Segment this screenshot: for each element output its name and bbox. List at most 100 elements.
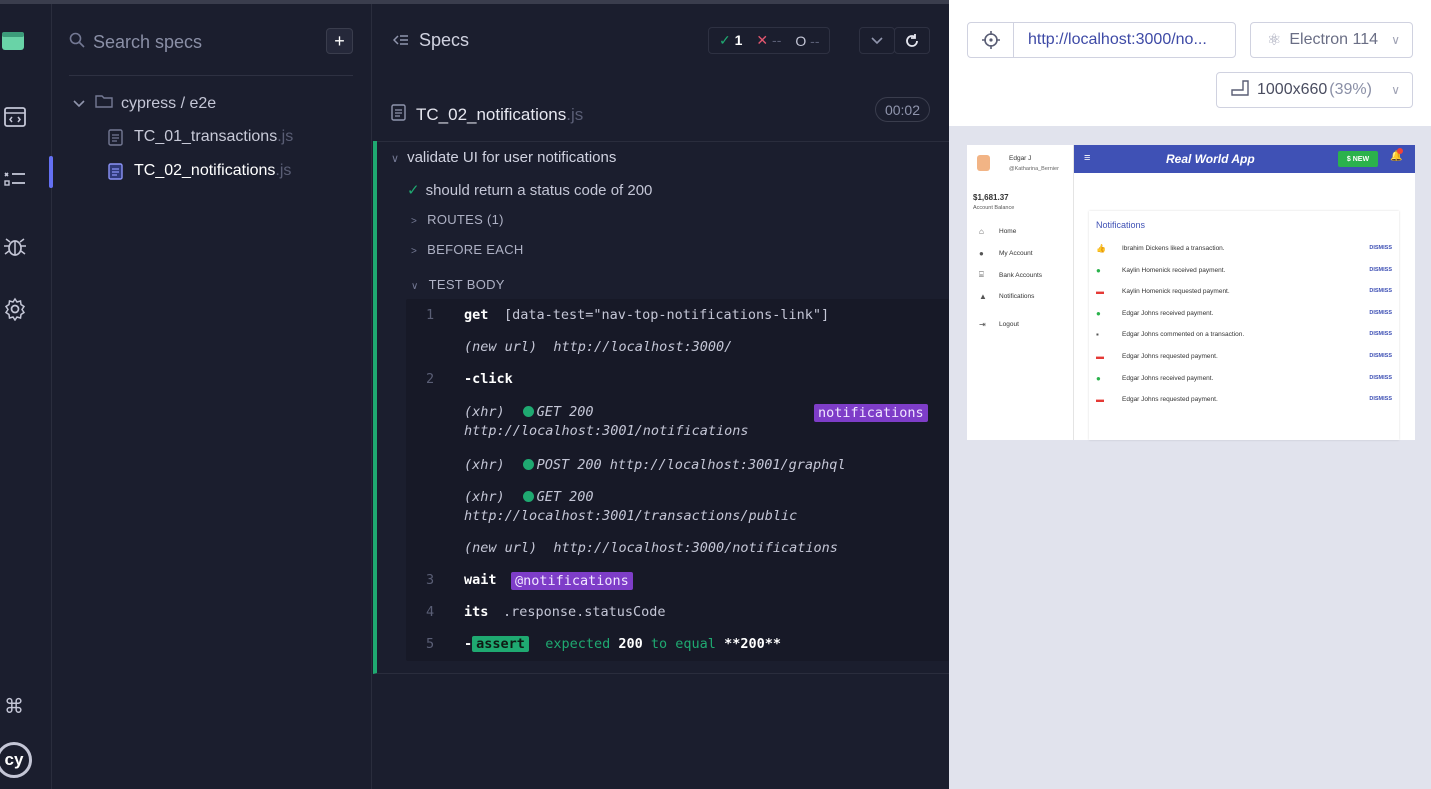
sidebar-nav: ⌘ cy bbox=[0, 4, 53, 789]
app-logo: Real World App bbox=[1166, 152, 1255, 166]
collapse-left-icon bbox=[392, 33, 409, 49]
spec-title: TC_02_notifications .js bbox=[391, 104, 583, 126]
reporter-header: Specs ✓ 1 ✕ -- Ο -- bbox=[373, 4, 949, 74]
command-row[interactable]: (new url) http://localhost:3000/ bbox=[464, 339, 732, 355]
hook-before-each[interactable]: > BEFORE EACH bbox=[411, 242, 524, 257]
browser-preview: http://localhost:3000/no... ⚛ Electron 1… bbox=[949, 0, 1431, 789]
spec-file-item-active[interactable]: TC_02_notifications .js bbox=[108, 162, 291, 180]
notification-item: ▪ Edgar Johns commented on a transaction.… bbox=[1096, 329, 1392, 339]
app-nav-logout[interactable]: ⇥ Logout bbox=[979, 320, 1019, 329]
payment-received-icon: ● bbox=[1096, 265, 1101, 275]
app-nav-notifications[interactable]: ▲ Notifications bbox=[979, 292, 1034, 301]
new-transaction-button[interactable]: $ NEW bbox=[1338, 151, 1378, 167]
payment-request-icon: ▬ bbox=[1096, 351, 1104, 361]
url-text: http://localhost:3000/no... bbox=[1028, 31, 1207, 48]
notifications-bell-icon[interactable]: 🔔 bbox=[1390, 148, 1403, 162]
command-row[interactable]: (new url) http://localhost:3000/notifica… bbox=[464, 540, 838, 556]
menu-icon[interactable]: ≡ bbox=[1084, 152, 1090, 164]
chevron-down-icon: ∨ bbox=[411, 281, 419, 292]
dismiss-button[interactable]: DISMISS bbox=[1369, 375, 1392, 381]
notification-item: ▬ Edgar Johns requested payment. DISMISS bbox=[1096, 394, 1392, 404]
test-title[interactable]: ✓ should return a status code of 200 bbox=[407, 181, 652, 199]
dismiss-button[interactable]: DISMISS bbox=[1369, 310, 1392, 316]
expand-all-button[interactable] bbox=[859, 27, 895, 54]
folder-icon bbox=[95, 94, 121, 113]
command-row[interactable]: 2 -click bbox=[406, 371, 949, 393]
new-spec-button[interactable]: + bbox=[326, 28, 353, 54]
payment-received-icon: ● bbox=[1096, 308, 1101, 318]
spec-file-item[interactable]: TC_01_transactions .js bbox=[108, 128, 293, 146]
cypress-logo-icon[interactable]: cy bbox=[0, 742, 32, 778]
search-icon bbox=[69, 32, 93, 52]
user-name: Edgar J bbox=[1009, 155, 1032, 162]
specs-list-panel: + cypress / e2e TC_01_transactions.js TC… bbox=[53, 4, 372, 789]
status-dot bbox=[522, 491, 534, 502]
command-row[interactable]: (xhr) POST 200 http://localhost:3001/grap… bbox=[464, 457, 846, 473]
dismiss-button[interactable]: DISMISS bbox=[1369, 267, 1392, 273]
command-row[interactable]: (xhr) GET 200 http://localhost:3001/trans… bbox=[464, 489, 797, 524]
failed-count: ✕ -- bbox=[756, 32, 782, 48]
folder-label: cypress / e2e bbox=[121, 94, 217, 112]
app-nav-home[interactable]: ⌂ Home bbox=[979, 227, 1016, 236]
viewport-size: 1000x660 bbox=[1257, 81, 1328, 98]
selector-playground-icon[interactable] bbox=[968, 23, 1014, 57]
spec-file-name: TC_01_transactions bbox=[134, 128, 278, 145]
passed-count: ✓ 1 bbox=[719, 32, 743, 48]
pending-count: Ο -- bbox=[795, 32, 820, 49]
command-row[interactable]: 1 get [data-test="nav-top-notifications-… bbox=[406, 307, 949, 329]
logout-icon: ⇥ bbox=[979, 320, 986, 329]
command-row[interactable]: 4 its .response.statusCode bbox=[406, 604, 949, 626]
notifications-title: Notifications bbox=[1096, 220, 1146, 230]
app-nav-account[interactable]: ● My Account bbox=[979, 249, 1033, 258]
account-balance: $1,681.37 bbox=[973, 193, 1009, 202]
specs-toggle[interactable]: Specs bbox=[392, 30, 470, 51]
folder-row[interactable]: cypress / e2e bbox=[73, 94, 216, 113]
dismiss-button[interactable]: DISMISS bbox=[1369, 288, 1392, 294]
status-dot bbox=[522, 406, 534, 417]
browser-label: Electron 114 bbox=[1289, 31, 1378, 48]
document-icon bbox=[108, 162, 134, 180]
url-bar[interactable]: http://localhost:3000/no... bbox=[967, 22, 1236, 58]
browser-select[interactable]: ⚛ Electron 114 ∨ bbox=[1250, 22, 1413, 58]
user-handle: @Katharina_Bernier bbox=[1009, 166, 1059, 172]
search-bar bbox=[69, 24, 353, 60]
payment-request-icon: ▬ bbox=[1096, 286, 1104, 296]
dismiss-button[interactable]: DISMISS bbox=[1369, 331, 1392, 337]
reporter-title: Specs bbox=[419, 30, 470, 50]
rerun-button[interactable] bbox=[894, 27, 930, 54]
dismiss-button[interactable]: DISMISS bbox=[1369, 353, 1392, 359]
preview-toolbar: http://localhost:3000/no... ⚛ Electron 1… bbox=[949, 0, 1431, 126]
command-row[interactable]: 5 - assert expected 200 to equal **200** bbox=[406, 636, 949, 658]
bank-icon: ⌸ bbox=[979, 270, 984, 279]
suite-title[interactable]: ∨ validate UI for user notifications bbox=[391, 149, 616, 166]
app-logo-icon[interactable] bbox=[0, 26, 28, 56]
spec-file-ext: .js bbox=[275, 162, 292, 179]
dismiss-button[interactable]: DISMISS bbox=[1369, 396, 1392, 402]
notification-item: ● Edgar Johns received payment. DISMISS bbox=[1096, 373, 1392, 383]
notifications-card: Notifications 👍 Ibrahim Dickens liked a t… bbox=[1089, 211, 1399, 440]
keyboard-shortcuts-icon[interactable]: ⌘ bbox=[4, 694, 24, 719]
command-row[interactable]: 3 wait @notifications bbox=[406, 572, 949, 594]
notification-badge bbox=[1397, 148, 1403, 154]
spec-timer: 00:02 bbox=[875, 97, 930, 122]
hook-test-body[interactable]: ∨ TEST BODY bbox=[411, 277, 505, 292]
chevron-down-icon: ∨ bbox=[1391, 33, 1400, 47]
hook-routes[interactable]: > ROUTES (1) bbox=[411, 212, 504, 227]
payment-request-icon: ▬ bbox=[1096, 394, 1104, 404]
dismiss-button[interactable]: DISMISS bbox=[1369, 245, 1392, 251]
search-input[interactable] bbox=[93, 31, 313, 53]
specs-nav-icon[interactable] bbox=[0, 102, 30, 132]
chevron-down-icon: ∨ bbox=[391, 153, 400, 165]
app-nav-bank[interactable]: ⌸ Bank Accounts bbox=[979, 270, 1042, 280]
status-dot bbox=[522, 459, 534, 470]
debug-bug-icon[interactable] bbox=[0, 231, 30, 261]
settings-gear-icon[interactable] bbox=[0, 294, 30, 324]
viewport-select[interactable]: 1000x660 (39%) ∨ bbox=[1216, 72, 1413, 108]
runs-nav-icon[interactable] bbox=[0, 164, 30, 194]
notification-item: 👍 Ibrahim Dickens liked a transaction. DIS… bbox=[1096, 243, 1392, 253]
document-icon bbox=[391, 104, 406, 126]
check-icon: ✓ bbox=[407, 182, 420, 199]
notification-item: ● Kaylin Homenick received payment. DISMIS… bbox=[1096, 265, 1392, 275]
command-row[interactable]: (xhr) GET 200 notifications http://localh… bbox=[464, 404, 949, 439]
notification-item: ● Edgar Johns received payment. DISMISS bbox=[1096, 308, 1392, 318]
